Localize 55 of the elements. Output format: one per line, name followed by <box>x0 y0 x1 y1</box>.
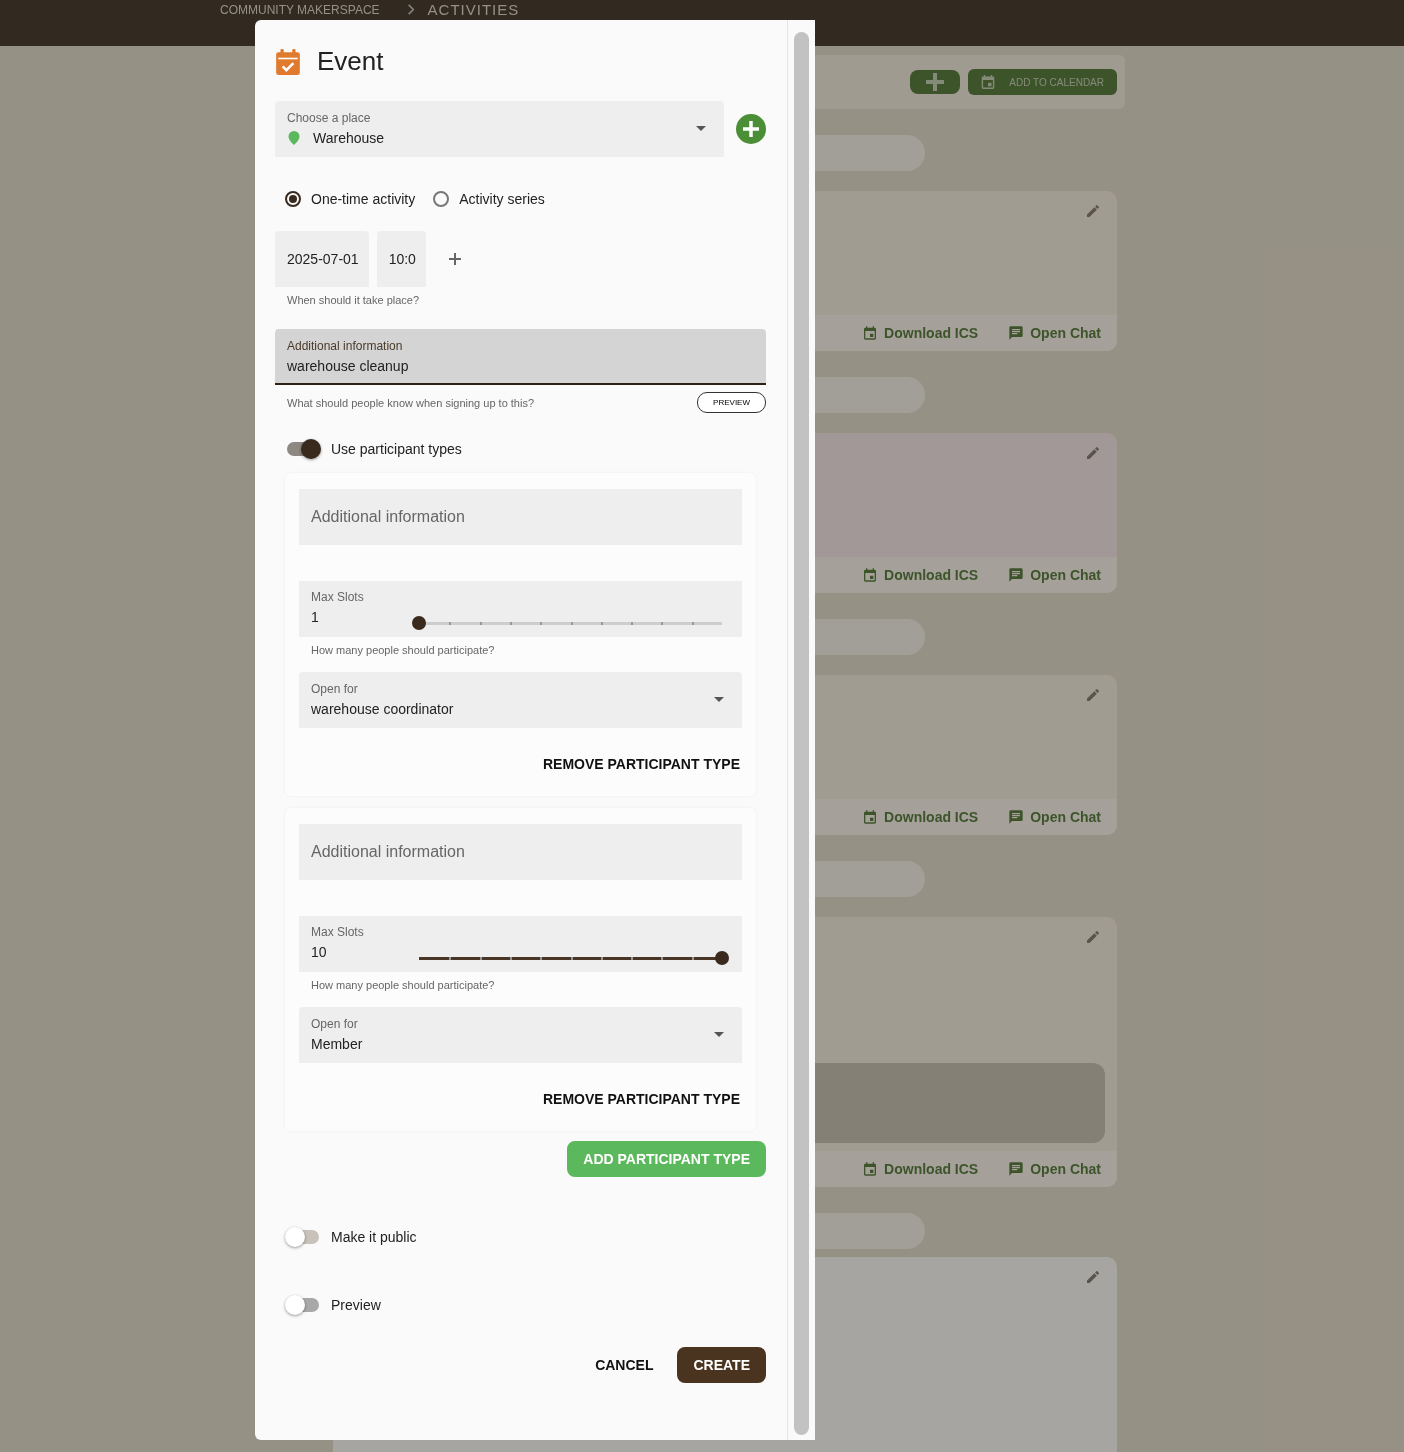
remove-participant-type-button[interactable]: REMOVE PARTICIPANT TYPE <box>540 1085 742 1113</box>
slider-thumb[interactable] <box>412 615 426 630</box>
max-slots-field[interactable]: Max Slots 10 <box>299 916 742 972</box>
calendar-icon <box>862 567 879 583</box>
map-pin-icon <box>287 130 301 146</box>
schedule-radio[interactable]: Activity series <box>433 191 545 207</box>
caret-icon <box>714 1032 724 1037</box>
breadcrumb-link[interactable]: ACTIVITIES <box>427 2 520 18</box>
cancel-button[interactable]: CANCEL <box>591 1349 658 1381</box>
remove-participant-type-button[interactable]: REMOVE PARTICIPANT TYPE <box>540 750 742 778</box>
plus-icon <box>742 120 760 138</box>
add-date-icon[interactable] <box>447 252 462 266</box>
create-button[interactable]: CREATE <box>677 1347 766 1383</box>
caret-icon <box>696 126 706 131</box>
participant-types-toggle[interactable]: Use participant types <box>275 441 766 457</box>
option-toggle[interactable]: Preview <box>275 1297 766 1313</box>
pencil-icon[interactable] <box>1085 445 1101 461</box>
chat-icon <box>1008 325 1025 341</box>
open-for-select[interactable]: Open for warehouse coordinator <box>299 672 742 728</box>
info-hint: What should people know when signing up to this? <box>287 396 535 409</box>
date-field[interactable]: 2025-07-01 <box>275 231 369 287</box>
preview-button[interactable]: PREVIEW <box>697 392 766 413</box>
date-hint: When should it take place? <box>286 294 421 306</box>
calendar-check-icon <box>275 47 301 76</box>
place-select[interactable]: Choose a place Warehouse <box>275 101 724 157</box>
calendar-icon <box>981 75 996 89</box>
chevron-icon <box>407 4 414 15</box>
add-place-button[interactable] <box>736 114 766 144</box>
scrollbar-thumb[interactable] <box>794 32 809 1435</box>
calendar-icon <box>862 809 879 825</box>
dialog-title: Event <box>317 46 384 77</box>
pencil-icon[interactable] <box>1085 1269 1101 1285</box>
caret-icon <box>714 697 724 702</box>
slots-hint: How many people should participate? <box>310 979 496 991</box>
info-input[interactable]: Additional information <box>299 489 742 545</box>
slots-hint: How many people should participate? <box>310 644 496 656</box>
plus-icon <box>924 71 947 93</box>
add-button[interactable] <box>910 70 961 94</box>
chat-icon <box>1008 809 1025 825</box>
pencil-icon[interactable] <box>1085 929 1101 945</box>
pencil-icon[interactable] <box>1085 687 1101 703</box>
chat-icon <box>1008 1161 1025 1177</box>
calendar-icon <box>862 325 879 341</box>
option-toggle[interactable]: Make it public <box>275 1229 766 1245</box>
slider-thumb[interactable] <box>715 950 729 965</box>
pencil-icon[interactable] <box>1085 203 1101 219</box>
time-field[interactable]: 10:0 <box>376 231 426 287</box>
info-input[interactable]: Additional information <box>299 824 742 880</box>
open-for-select[interactable]: Open for Member <box>299 1007 742 1063</box>
max-slots-field[interactable]: Max Slots 1 <box>299 581 742 637</box>
calendar-icon <box>862 1161 879 1177</box>
breadcrumb-link[interactable]: COMMUNITY MAKERSPACE <box>220 2 380 18</box>
additional-info-field[interactable]: Additional information warehouse cleanup <box>275 329 766 385</box>
schedule-radio[interactable]: One-time activity <box>285 191 416 207</box>
chat-icon <box>1008 567 1025 583</box>
